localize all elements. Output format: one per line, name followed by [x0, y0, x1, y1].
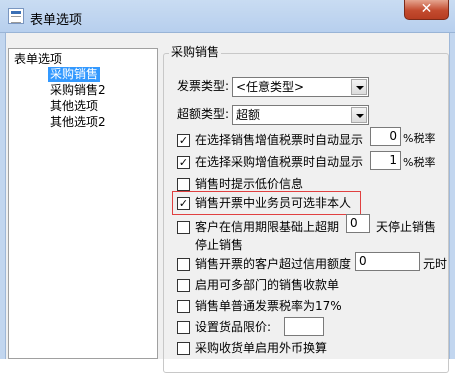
window-frame-right — [449, 33, 455, 359]
form-app-icon — [8, 8, 24, 24]
title-bar[interactable]: 表单选项 ✕ — [0, 0, 455, 33]
normal-invoice-rate-checkbox[interactable] — [177, 300, 190, 313]
credit-overdue-label: 客户在信用期限基础上超期 — [195, 220, 340, 234]
credit-limit-amount-input[interactable]: 0 — [355, 252, 420, 271]
sales-vat-rate-input[interactable]: 0 — [370, 127, 401, 146]
credit-overdue-days-input[interactable]: 0 — [346, 214, 370, 233]
foreign-currency-checkbox[interactable] — [177, 342, 190, 355]
options-dialog: 表单选项 ✕ 表单选项 采购销售 采购销售2 其他选项 其他选项2 采购销售 发… — [0, 0, 455, 373]
invoice-type-label: 发票类型: — [177, 79, 230, 93]
multi-dept-receipt-label: 启用可多部门的销售收款单 — [195, 278, 340, 292]
sales-vat-rate-suffix: %税率 — [403, 132, 436, 145]
purchase-vat-rate-input[interactable]: 1 — [370, 151, 401, 170]
excess-type-value: 超额 — [236, 108, 261, 122]
low-price-warning-checkbox[interactable] — [177, 178, 190, 191]
auto-show-sales-vat-checkbox[interactable]: ✓ — [177, 134, 190, 147]
excess-type-select[interactable]: 超额 — [232, 105, 369, 125]
invoice-type-select[interactable]: <任意类型> — [232, 77, 369, 97]
excess-type-label: 超额类型: — [177, 107, 230, 121]
auto-show-purchase-vat-checkbox[interactable]: ✓ — [177, 156, 190, 169]
price-limit-input[interactable] — [284, 317, 324, 336]
low-price-warning-label: 销售时提示低价信息 — [195, 177, 304, 191]
any-salesperson-checkbox[interactable]: ✓ — [177, 197, 190, 210]
tree-item-purchase-sales-2[interactable]: 采购销售2 — [48, 83, 108, 98]
group-title: 采购销售 — [169, 45, 222, 59]
credit-limit-label: 销售开票的客户超过信用额度 — [195, 257, 352, 271]
foreign-currency-label: 采购收货单启用外币换算 — [195, 341, 328, 355]
tree-item-other-options[interactable]: 其他选项 — [48, 99, 100, 114]
purchase-vat-rate-suffix: %税率 — [403, 156, 436, 169]
price-limit-checkbox[interactable] — [177, 321, 190, 334]
tree-item-other-options-2[interactable]: 其他选项2 — [48, 115, 108, 130]
multi-dept-receipt-checkbox[interactable] — [177, 279, 190, 292]
credit-overdue-checkbox[interactable] — [177, 221, 190, 234]
credit-limit-checkbox[interactable] — [177, 258, 190, 271]
normal-invoice-rate-label: 销售单普通发票税率为17% — [195, 299, 342, 313]
close-button[interactable]: ✕ — [404, 0, 449, 20]
auto-show-sales-vat-label: 在选择销售增值税票时自动显示 — [195, 133, 364, 147]
invoice-type-value: <任意类型> — [236, 80, 305, 94]
credit-overdue-continuation: 停止销售 — [195, 238, 244, 252]
tree-root[interactable]: 表单选项 — [12, 52, 64, 67]
window-title: 表单选项 — [30, 13, 83, 28]
any-salesperson-label: 销售开票中业务员可选非本人 — [195, 196, 352, 210]
tree-item-purchase-sales[interactable]: 采购销售 — [48, 67, 101, 82]
chevron-down-icon[interactable] — [351, 107, 367, 123]
window-frame-left — [0, 33, 6, 359]
price-limit-label: 设置货品限价: — [195, 320, 272, 334]
auto-show-purchase-vat-label: 在选择采购增值税票时自动显示 — [195, 155, 364, 169]
credit-limit-suffix: 元时 — [423, 257, 448, 271]
options-tree: 表单选项 采购销售 采购销售2 其他选项 其他选项2 — [8, 48, 158, 359]
credit-overdue-suffix: 天停止销售 — [376, 220, 437, 234]
chevron-down-icon[interactable] — [351, 79, 367, 95]
